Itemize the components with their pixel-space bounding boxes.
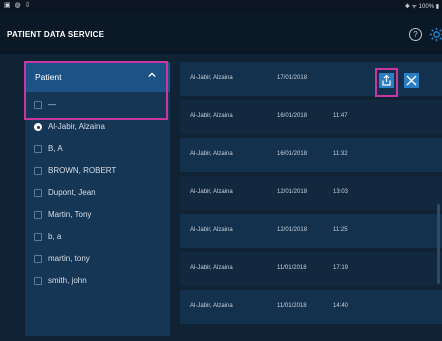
record-row[interactable]: Al-Jabir, Alzaina 16/01/2018 11:32 [180,138,442,172]
record-time: 11:32 [333,151,348,157]
selected-radio-icon[interactable] [34,123,42,131]
checkbox[interactable] [34,189,42,197]
patient-item[interactable]: smith, john [25,271,170,292]
record-time: 11:25 [333,227,348,233]
checkbox[interactable] [34,167,42,175]
patient-item[interactable]: B, A [25,139,170,160]
patient-item[interactable]: — [25,95,170,116]
status-icons-left: ▣ ◍ ⇩ [4,2,32,9]
gear-icon[interactable] [429,27,442,42]
patient-item-label: — [48,100,56,109]
checkbox[interactable] [34,145,42,153]
record-row[interactable]: Al-Jabir, Alzaina 11/01/2018 14:40 [180,290,442,324]
status-bar: ▣ ◍ ⇩ ✱ ᯤ 100% ▮ [0,0,442,14]
record-name: Al-Jabir, Alzaina [190,113,233,119]
patient-item[interactable]: b, a [25,227,170,248]
record-date: 11/01/2018 [277,265,307,271]
checkbox[interactable] [34,101,42,109]
patient-item-label: Al-Jabir, Alzaina [48,122,105,131]
checkbox[interactable] [34,211,42,219]
record-name: Al-Jabir, Alzaina [190,227,233,233]
patient-item[interactable]: BROWN, ROBERT [25,161,170,182]
patient-item-label: BROWN, ROBERT [48,166,117,175]
checkbox[interactable] [34,233,42,241]
record-name: Al-Jabir, Alzaina [190,303,233,309]
patient-item-label: martin, tony [48,254,90,263]
patient-item-label: b, a [48,232,62,241]
record-time: 14:40 [333,303,349,309]
patient-item[interactable]: Dupont, Jean [25,183,170,204]
help-icon[interactable]: ? [409,28,422,41]
record-row[interactable]: Al-Jabir, Alzaina 17/01/2018 [180,62,442,96]
record-name: Al-Jabir, Alzaina [190,265,233,271]
record-date: 16/01/2018 [277,151,308,157]
record-date: 11/01/2018 [277,303,307,309]
record-name: Al-Jabir, Alzaina [190,75,233,81]
scrollbar[interactable] [437,204,440,284]
record-row[interactable]: Al-Jabir, Alzaina 16/01/2018 11:47 [180,100,442,134]
close-icon [406,75,417,86]
export-icon [382,74,391,86]
record-date: 12/01/2018 [277,189,308,195]
patient-item[interactable]: Martin, Tony [25,205,170,226]
record-time: 11:47 [333,113,348,119]
checkbox[interactable] [34,277,42,285]
close-button[interactable] [404,73,419,88]
patient-item[interactable]: Al-Jabir, Alzaina [25,117,170,138]
record-time: 13:03 [333,189,349,195]
chevron-up-icon [148,72,156,78]
record-row[interactable]: Al-Jabir, Alzaina 12/01/2018 11:25 [180,214,442,248]
record-date: 12/01/2018 [277,227,308,233]
status-icons-right: ✱ ᯤ 100% ▮ [404,4,439,10]
app-header: PATIENT DATA SERVICE ? [0,14,442,54]
record-name: Al-Jabir, Alzaina [190,151,233,157]
patient-dropdown-label: Patient [35,72,62,82]
patient-filter-panel: Patient — Al-Jabir, Alzaina B, A BROWN, ROB… [24,61,170,336]
patient-item-label: smith, john [48,276,87,285]
patient-dropdown-header[interactable]: Patient [25,62,170,92]
record-date: 17/01/2018 [277,75,308,81]
record-row[interactable]: Al-Jabir, Alzaina 11/01/2018 17:19 [180,252,442,286]
patient-item-label: Dupont, Jean [48,188,96,197]
checkbox[interactable] [34,255,42,263]
main-content: Patient — Al-Jabir, Alzaina B, A BROWN, ROB… [0,54,442,341]
export-button[interactable] [379,73,394,88]
patient-item[interactable]: martin, tony [25,249,170,270]
patient-item-label: Martin, Tony [48,210,92,219]
record-name: Al-Jabir, Alzaina [190,189,233,195]
app-title: PATIENT DATA SERVICE [7,30,105,39]
record-time: 17:19 [333,265,349,271]
patient-item-label: B, A [48,144,63,153]
record-row[interactable]: Al-Jabir, Alzaina 12/01/2018 13:03 [180,176,442,210]
record-date: 16/01/2018 [277,113,308,119]
